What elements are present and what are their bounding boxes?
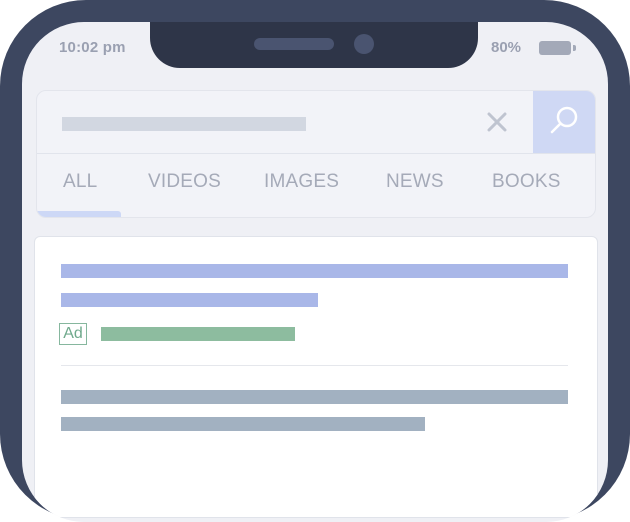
search-icon [549, 105, 579, 140]
phone-screen: 10:02 pm 80% ALL VIDEOS IMAGES NEWS BOOK… [22, 22, 608, 522]
phone-notch [150, 22, 478, 68]
search-input[interactable] [37, 91, 533, 153]
tab-videos[interactable]: VIDEOS [148, 171, 221, 193]
battery-tip [573, 45, 576, 51]
tab-images[interactable]: IMAGES [264, 171, 339, 193]
tab-all[interactable]: ALL [63, 171, 97, 193]
result-divider [61, 365, 568, 366]
speaker-grille [254, 38, 334, 50]
tab-books[interactable]: BOOKS [492, 171, 561, 193]
search-panel: ALL VIDEOS IMAGES NEWS BOOKS [36, 90, 596, 218]
status-time: 10:02 pm [59, 39, 126, 56]
tab-news[interactable]: NEWS [386, 171, 444, 193]
ad-badge: Ad [59, 323, 87, 345]
search-button[interactable] [533, 91, 595, 153]
battery-icon [539, 41, 571, 55]
organic-result-line[interactable] [61, 417, 425, 431]
close-icon[interactable] [483, 108, 511, 136]
front-camera [354, 34, 374, 54]
search-results-card: Ad [34, 236, 598, 518]
search-query-placeholder [62, 117, 306, 131]
ad-result-title-line[interactable] [61, 264, 568, 278]
tabs-divider [37, 153, 595, 154]
active-tab-indicator [37, 211, 121, 217]
ad-result-title-line[interactable] [61, 293, 318, 307]
organic-result-line[interactable] [61, 390, 568, 404]
phone-frame: 10:02 pm 80% ALL VIDEOS IMAGES NEWS BOOK… [0, 0, 630, 522]
ad-result-url-line[interactable] [101, 327, 295, 341]
battery-percentage: 80% [491, 39, 522, 56]
